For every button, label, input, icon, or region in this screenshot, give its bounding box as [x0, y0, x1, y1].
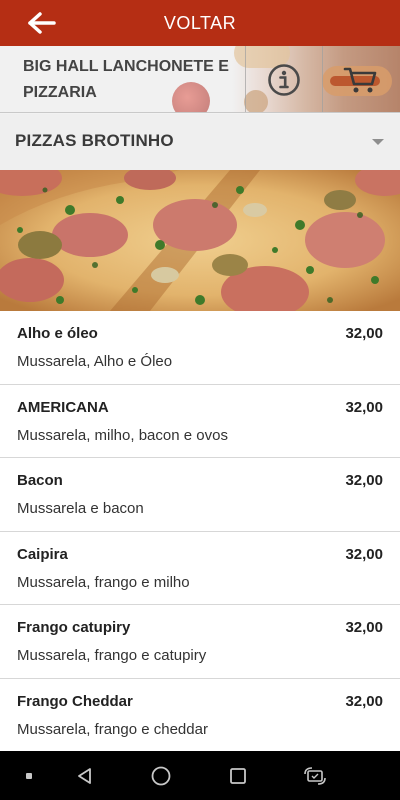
top-bar: VOLTAR [0, 0, 400, 46]
store-name: BIG HALL LANCHONETE E PIZZARIA [23, 58, 229, 101]
menu-item[interactable]: Frango catupiry 32,00 Mussarela, frango … [0, 605, 400, 679]
info-icon [268, 63, 300, 96]
menu-item[interactable]: AMERICANA 32,00 Mussarela, milho, bacon … [0, 384, 400, 458]
item-description: Mussarela, frango e milho [17, 573, 190, 591]
topbar-title[interactable]: VOLTAR [0, 0, 400, 46]
home-circle-icon [151, 766, 171, 785]
menu-item[interactable]: Alho e óleo 32,00 Mussarela, Alho e Óleo [0, 311, 400, 385]
item-description: Mussarela e bacon [17, 500, 144, 517]
item-price: 32,00 [345, 472, 383, 489]
item-name: Bacon [17, 472, 63, 489]
info-button[interactable] [246, 46, 322, 112]
item-price: 32,00 [345, 619, 383, 636]
chevron-down-icon [372, 139, 384, 145]
rotate-screen-icon [304, 766, 326, 785]
item-price: 32,00 [345, 692, 383, 710]
nav-rotate-button[interactable] [290, 751, 340, 800]
item-name: AMERICANA [17, 398, 109, 416]
item-price: 32,00 [345, 398, 383, 416]
menu-item[interactable]: Caipira 32,00 Mussarela, frango e milho [0, 531, 400, 605]
nav-back-button[interactable] [60, 751, 110, 800]
item-description: Mussarela, Alho e Óleo [17, 353, 173, 370]
recents-square-icon [230, 767, 246, 784]
item-description: Mussarela, frango e cheddar [17, 720, 208, 738]
menu-item[interactable]: Frango Cheddar 32,00 Mussarela, frango e… [0, 678, 400, 751]
category-dropdown[interactable]: PIZZAS BROTINHO [0, 114, 400, 170]
nav-recents-button[interactable] [213, 751, 263, 800]
system-navigation-bar [0, 751, 400, 800]
item-name: Caipira [17, 545, 68, 563]
store-header: BIG HALL LANCHONETE E PIZZARIA [0, 46, 400, 113]
back-triangle-icon [78, 767, 91, 784]
dot-icon [26, 772, 32, 779]
item-price: 32,00 [345, 325, 383, 342]
item-description: Mussarela, milho, bacon e ovos [17, 426, 228, 444]
item-name: Frango catupiry [17, 619, 131, 636]
item-name: Frango Cheddar [17, 692, 133, 710]
item-price: 32,00 [345, 545, 383, 563]
cart-icon [343, 67, 377, 92]
menu-item[interactable]: Bacon 32,00 Mussarela e bacon [0, 458, 400, 532]
item-description: Mussarela, frango e catupiry [17, 647, 207, 664]
item-name: Alho e óleo [17, 325, 98, 342]
nav-dot-button[interactable] [4, 751, 54, 800]
cart-button[interactable] [323, 46, 399, 112]
pizza-banner-image [0, 170, 400, 311]
category-label: PIZZAS BROTINHO [15, 131, 174, 150]
menu-list: Alho e óleo 32,00 Mussarela, Alho e Óleo… [0, 311, 400, 751]
nav-home-button[interactable] [136, 751, 186, 800]
